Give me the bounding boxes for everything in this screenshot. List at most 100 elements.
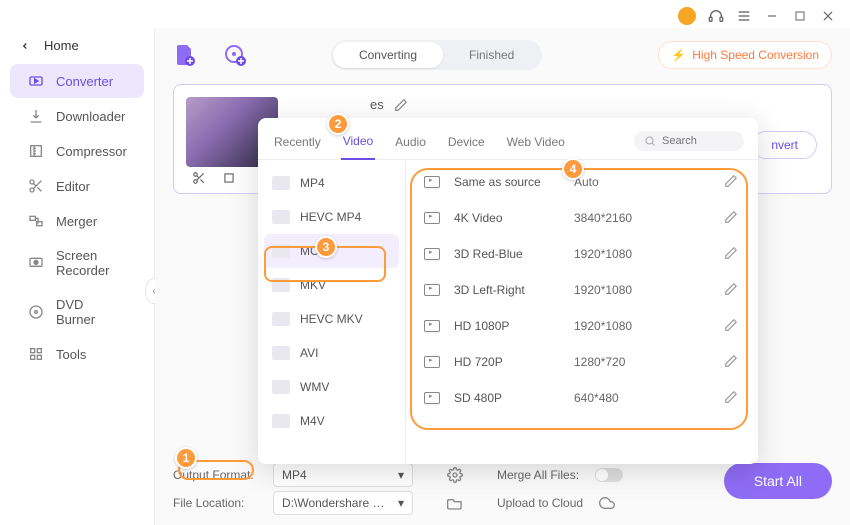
- format-icon: [272, 176, 290, 190]
- resolution-item[interactable]: SD 480P640*480: [406, 380, 758, 416]
- minimize-icon[interactable]: [764, 8, 780, 24]
- home-back[interactable]: Home: [0, 28, 154, 63]
- high-speed-badge[interactable]: ⚡ High Speed Conversion: [658, 41, 832, 69]
- format-tab-video[interactable]: Video: [341, 128, 375, 160]
- resolution-value: 1920*1080: [574, 283, 724, 297]
- record-icon: [28, 255, 44, 271]
- sidebar-item-screen-recorder[interactable]: Screen Recorder: [10, 239, 144, 287]
- status-segmented: Converting Finished: [331, 40, 542, 70]
- format-tab-audio[interactable]: Audio: [393, 129, 428, 159]
- resolution-name: SD 480P: [454, 391, 574, 405]
- format-item-mp4[interactable]: MP4: [258, 166, 405, 200]
- convert-button[interactable]: nvert: [752, 131, 817, 159]
- folder-icon[interactable]: [447, 495, 463, 511]
- add-file-button[interactable]: [173, 43, 197, 67]
- output-format-value: MP4: [282, 468, 307, 482]
- format-search[interactable]: [634, 131, 744, 151]
- format-label: M4V: [300, 414, 325, 428]
- edit-resolution-icon[interactable]: [724, 210, 740, 226]
- output-format-select[interactable]: MP4▾: [273, 463, 413, 487]
- sidebar-item-merger[interactable]: Merger: [10, 204, 144, 238]
- edit-resolution-icon[interactable]: [724, 354, 740, 370]
- format-item-hevc-mkv[interactable]: HEVC MKV: [258, 302, 405, 336]
- format-item-avi[interactable]: AVI: [258, 336, 405, 370]
- format-item-mkv[interactable]: MKV: [258, 268, 405, 302]
- sidebar-item-label: Merger: [56, 214, 97, 229]
- format-item-hevc-mp4[interactable]: HEVC MP4: [258, 200, 405, 234]
- format-item-m4v[interactable]: M4V: [258, 404, 405, 438]
- resolution-item[interactable]: HD 720P1280*720: [406, 344, 758, 380]
- download-icon: [28, 108, 44, 124]
- settings-icon[interactable]: [447, 467, 463, 483]
- format-tab-web-video[interactable]: Web Video: [505, 129, 567, 159]
- annotation-4: 4: [562, 158, 584, 180]
- merge-label: Merge All Files:: [497, 468, 579, 482]
- headset-icon[interactable]: [708, 8, 724, 24]
- edit-resolution-icon[interactable]: [724, 282, 740, 298]
- seg-converting[interactable]: Converting: [333, 42, 443, 68]
- annotation-2: 2: [327, 113, 349, 135]
- add-dvd-button[interactable]: [223, 43, 247, 67]
- merge-toggle[interactable]: [595, 468, 623, 482]
- menu-icon[interactable]: [736, 8, 752, 24]
- seg-finished[interactable]: Finished: [443, 42, 540, 68]
- resolution-item[interactable]: 4K Video3840*2160: [406, 200, 758, 236]
- resolution-name: 3D Left-Right: [454, 283, 574, 297]
- format-label: WMV: [300, 380, 329, 394]
- resolution-value: Auto: [574, 175, 724, 189]
- sidebar-item-downloader[interactable]: Downloader: [10, 99, 144, 133]
- resolution-name: HD 1080P: [454, 319, 574, 333]
- edit-resolution-icon[interactable]: [724, 318, 740, 334]
- format-search-input[interactable]: [662, 135, 732, 147]
- edit-resolution-icon[interactable]: [724, 174, 740, 190]
- edit-resolution-icon[interactable]: [724, 246, 740, 262]
- cloud-icon[interactable]: [599, 495, 615, 511]
- edit-resolution-icon[interactable]: [724, 390, 740, 406]
- start-all-button[interactable]: Start All: [724, 463, 832, 499]
- video-res-icon: [424, 392, 440, 404]
- video-res-icon: [424, 248, 440, 260]
- format-tab-device[interactable]: Device: [446, 129, 487, 159]
- format-icon: [272, 210, 290, 224]
- home-label: Home: [44, 38, 79, 53]
- sidebar-item-tools[interactable]: Tools: [10, 337, 144, 371]
- sidebar-item-dvd-burner[interactable]: DVD Burner: [10, 288, 144, 336]
- resolution-item[interactable]: 3D Red-Blue1920*1080: [406, 236, 758, 272]
- output-format-label: Output Format:: [173, 468, 263, 482]
- sidebar-item-label: Converter: [56, 74, 113, 89]
- sidebar-item-label: DVD Burner: [56, 297, 126, 327]
- scissors-icon: [28, 178, 44, 194]
- resolution-value: 1920*1080: [574, 247, 724, 261]
- resolution-item[interactable]: HD 1080P1920*1080: [406, 308, 758, 344]
- annotation-3: 3: [315, 236, 337, 258]
- maximize-icon[interactable]: [792, 8, 808, 24]
- format-label: AVI: [300, 346, 318, 360]
- resolution-name: Same as source: [454, 175, 574, 189]
- format-tab-recently[interactable]: Recently: [272, 129, 323, 159]
- resolution-item[interactable]: 3D Left-Right1920*1080: [406, 272, 758, 308]
- video-res-icon: [424, 320, 440, 332]
- bolt-icon: ⚡: [671, 48, 686, 62]
- video-res-icon: [424, 176, 440, 188]
- trim-icon[interactable]: [192, 171, 206, 185]
- format-item-wmv[interactable]: WMV: [258, 370, 405, 404]
- file-location-select[interactable]: D:\Wondershare UniConverter 1▾: [273, 491, 413, 515]
- close-icon[interactable]: [820, 8, 836, 24]
- sidebar-item-converter[interactable]: Converter: [10, 64, 144, 98]
- format-icon: [272, 380, 290, 394]
- sidebar-item-label: Tools: [56, 347, 86, 362]
- compress-icon: [28, 143, 44, 159]
- sidebar-item-compressor[interactable]: Compressor: [10, 134, 144, 168]
- edit-title-icon[interactable]: [394, 98, 408, 112]
- format-label: HEVC MP4: [300, 210, 361, 224]
- annotation-1: 1: [175, 447, 197, 469]
- resolution-value: 1920*1080: [574, 319, 724, 333]
- merge-icon: [28, 213, 44, 229]
- format-label: HEVC MKV: [300, 312, 363, 326]
- user-avatar[interactable]: [678, 7, 696, 25]
- crop-icon[interactable]: [222, 171, 236, 185]
- sidebar-item-editor[interactable]: Editor: [10, 169, 144, 203]
- format-label: MKV: [300, 278, 326, 292]
- resolution-name: 3D Red-Blue: [454, 247, 574, 261]
- disc-icon: [28, 304, 44, 320]
